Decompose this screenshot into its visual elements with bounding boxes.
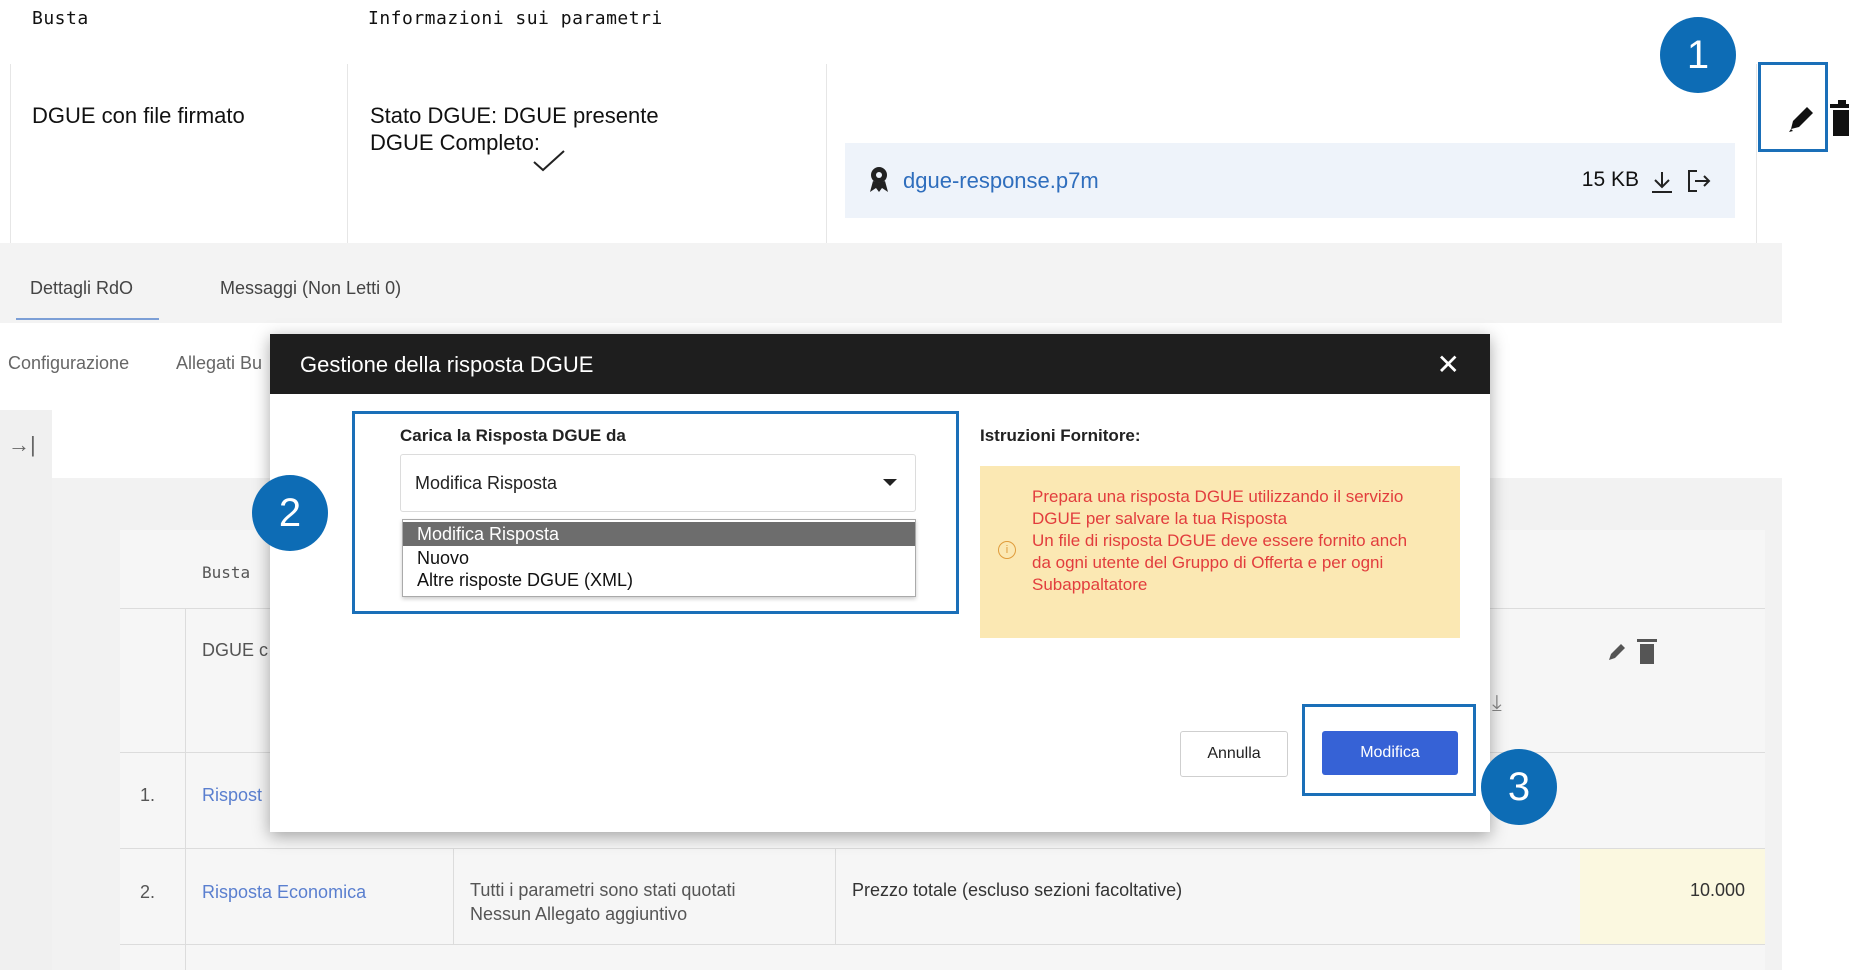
notice-text: Prepara una risposta DGUE utilizzando il… (1032, 487, 1408, 594)
bg-col-busta: Busta (202, 563, 251, 582)
bg-row1-link[interactable]: Rispost (202, 785, 262, 806)
certificate-icon (870, 167, 888, 192)
bg-row0-busta: DGUE c (202, 640, 269, 660)
bg-row2-info2: Nessun Allegato aggiuntivo (470, 904, 688, 924)
highlight-edit (1758, 62, 1828, 152)
bg-row2-value: 10.000 (1690, 880, 1746, 900)
subnav-configurazione[interactable]: Configurazione (8, 353, 129, 374)
dgue-complete-label: DGUE Completo: (370, 130, 540, 155)
istruzioni-label: Istruzioni Fornitore: (980, 426, 1141, 445)
bg-edit-icon[interactable] (1605, 638, 1631, 664)
download-icon[interactable] (1649, 169, 1675, 195)
dgue-status: Stato DGUE: DGUE presente (370, 103, 659, 128)
tab-messaggi[interactable]: Messaggi (Non Letti 0) (220, 278, 401, 299)
sidebar (0, 410, 52, 970)
expand-sidebar-icon[interactable]: →| (8, 432, 36, 458)
highlight-select (352, 411, 959, 614)
file-link[interactable]: dgue-response.p7m (903, 168, 1099, 194)
step-badge-2: 2 (252, 475, 328, 551)
info-icon: i (998, 541, 1016, 559)
highlight-modifica (1302, 704, 1476, 796)
step-badge-1: 1 (1660, 17, 1736, 93)
column-header-info: Informazioni sui parametri (368, 8, 663, 29)
row-name: DGUE con file firmato (32, 103, 245, 128)
active-tab-indicator (16, 318, 159, 320)
file-attachment: dgue-response.p7m 15 KB (845, 143, 1735, 218)
close-icon[interactable]: ✕ (1437, 348, 1460, 381)
bg-row2-link[interactable]: Risposta Economica (202, 882, 366, 903)
bg-row2-param: Prezzo totale (escluso sezioni facoltati… (852, 880, 1183, 900)
step-badge-3: 3 (1481, 749, 1557, 825)
column-header-busta: Busta (32, 8, 89, 29)
delete-icon[interactable] (1830, 100, 1849, 138)
file-size: 15 KB (1581, 168, 1639, 191)
open-external-icon[interactable] (1685, 167, 1713, 195)
tab-dettagli-rdo[interactable]: Dettagli RdO (30, 278, 133, 299)
cancel-button[interactable]: Annulla (1180, 731, 1288, 777)
modal-title: Gestione della risposta DGUE (300, 352, 594, 377)
subnav-allegati[interactable]: Allegati Bu (176, 353, 262, 374)
instructions-notice: i Prepara una risposta DGUE utilizzando … (980, 466, 1460, 638)
bg-delete-icon[interactable] (1637, 636, 1657, 664)
modal-header: Gestione della risposta DGUE ✕ (270, 334, 1490, 394)
bg-row2-num: 2. (140, 882, 156, 902)
check-icon (533, 150, 565, 172)
bg-row2-info1: Tutti i parametri sono stati quotati (470, 880, 736, 900)
bg-download-icon[interactable]: ⤓ (1492, 690, 1502, 716)
bg-row1-num: 1. (140, 785, 156, 805)
